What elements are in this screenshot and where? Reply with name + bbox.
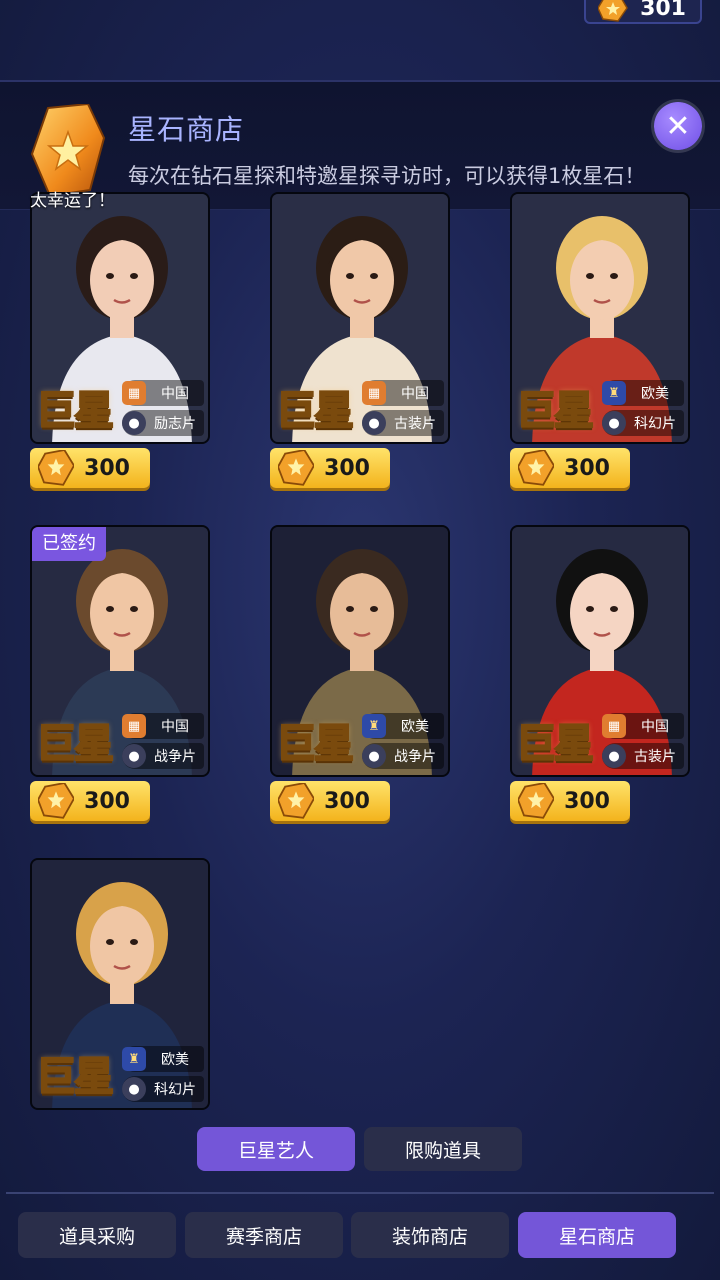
genre-tag: ● 战争片 [122, 743, 204, 769]
superstar-label: 巨星 [35, 720, 115, 768]
price-amount: 300 [324, 788, 370, 814]
tab-item-purchase[interactable]: 道具采购 [18, 1212, 176, 1258]
region-tag: ♜ 欧美 [602, 380, 684, 406]
buy-price-button[interactable]: 300 [270, 448, 390, 488]
genre-icon: ● [362, 411, 386, 435]
region-label: 中国 [641, 719, 669, 735]
star-stone-icon [598, 0, 628, 22]
great-wall-icon: ▦ [362, 381, 386, 405]
genre-label: 战争片 [394, 749, 436, 765]
signed-badge: 已签约 [32, 527, 106, 561]
superstar-label: 巨星 [35, 1053, 115, 1101]
tab-season-shop[interactable]: 赛季商店 [185, 1212, 343, 1258]
great-wall-icon: ▦ [122, 714, 146, 738]
star-stone-amount: 301 [640, 0, 686, 21]
artist-card[interactable]: 巨星 ♜ 欧美 ● 科幻片 [510, 192, 690, 444]
artist-card[interactable]: 已签约巨星 ▦ 中国 ● 战争片 [30, 525, 210, 777]
star-stone-icon [38, 783, 74, 819]
genre-label: 古装片 [394, 416, 436, 432]
artist-card[interactable]: 巨星 ▦ 中国 ● 古装片 [270, 192, 450, 444]
genre-tag: ● 科幻片 [122, 1076, 204, 1102]
genre-tag: ● 古装片 [602, 743, 684, 769]
superstar-label: 巨星 [515, 387, 595, 435]
price-amount: 300 [324, 455, 370, 481]
superstar-label: 巨星 [515, 720, 595, 768]
price-amount: 300 [564, 455, 610, 481]
genre-label: 古装片 [634, 749, 676, 765]
region-label: 欧美 [161, 1052, 189, 1068]
artist-card[interactable]: 巨星 ▦ 中国 ● 古装片 [510, 525, 690, 777]
great-wall-icon: ▦ [602, 714, 626, 738]
genre-icon: ● [602, 744, 626, 768]
genre-label: 励志片 [154, 416, 196, 432]
region-tag: ▦ 中国 [602, 713, 684, 739]
genre-tag: ● 古装片 [362, 410, 444, 436]
genre-tag: ● 励志片 [122, 410, 204, 436]
genre-icon: ● [122, 411, 146, 435]
star-stone-icon [278, 783, 314, 819]
region-label: 欧美 [401, 719, 429, 735]
shop-description: 每次在钻石星探和特邀星探寻访时，可以获得1枚星石！ [128, 164, 646, 188]
tab-star-stone-shop[interactable]: 星石商店 [518, 1212, 676, 1258]
star-stone-icon [30, 104, 106, 196]
price-amount: 300 [84, 788, 130, 814]
superstar-label: 巨星 [35, 387, 115, 435]
region-label: 中国 [401, 386, 429, 402]
great-wall-icon: ▦ [122, 381, 146, 405]
star-stone-balance: 301 [584, 0, 702, 24]
subtab-star-artists[interactable]: 巨星艺人 [197, 1127, 355, 1171]
region-tag: ♜ 欧美 [362, 713, 444, 739]
price-amount: 300 [84, 455, 130, 481]
region-tag: ▦ 中国 [122, 380, 204, 406]
superstar-label: 巨星 [275, 720, 355, 768]
tab-decoration-shop[interactable]: 装饰商店 [351, 1212, 509, 1258]
genre-icon: ● [602, 411, 626, 435]
star-stone-icon [518, 450, 554, 486]
region-label: 中国 [161, 719, 189, 735]
subtab-limited-items[interactable]: 限购道具 [364, 1127, 522, 1171]
genre-icon: ● [122, 744, 146, 768]
genre-label: 科幻片 [634, 416, 676, 432]
star-stone-icon [278, 450, 314, 486]
genre-tag: ● 战争片 [362, 743, 444, 769]
artist-card[interactable]: 巨星 ▦ 中国 ● 励志片 [30, 192, 210, 444]
buy-price-button[interactable]: 300 [30, 448, 150, 488]
artist-card[interactable]: 巨星 ♜ 欧美 ● 战争片 [270, 525, 450, 777]
genre-tag: ● 科幻片 [602, 410, 684, 436]
star-stone-icon [38, 450, 74, 486]
region-tag: ▦ 中国 [362, 380, 444, 406]
buy-price-button[interactable]: 300 [30, 781, 150, 821]
artist-card[interactable]: 巨星 ♜ 欧美 ● 科幻片 [30, 858, 210, 1110]
tower-icon: ♜ [602, 381, 626, 405]
star-stone-icon [518, 783, 554, 819]
tower-icon: ♜ [122, 1047, 146, 1071]
genre-icon: ● [122, 1077, 146, 1101]
price-amount: 300 [564, 788, 610, 814]
close-button[interactable]: ✕ [654, 102, 702, 150]
buy-price-button[interactable]: 300 [510, 448, 630, 488]
genre-label: 战争片 [154, 749, 196, 765]
region-label: 欧美 [641, 386, 669, 402]
lucky-message: 太幸运了！ [30, 191, 115, 211]
genre-label: 科幻片 [154, 1082, 196, 1098]
superstar-label: 巨星 [275, 387, 355, 435]
buy-price-button[interactable]: 300 [270, 781, 390, 821]
tab-divider [6, 1192, 714, 1194]
region-label: 中国 [161, 386, 189, 402]
region-tag: ♜ 欧美 [122, 1046, 204, 1072]
buy-price-button[interactable]: 300 [510, 781, 630, 821]
region-tag: ▦ 中国 [122, 713, 204, 739]
shop-title: 星石商店 [128, 113, 245, 146]
tower-icon: ♜ [362, 714, 386, 738]
genre-icon: ● [362, 744, 386, 768]
close-icon: ✕ [665, 108, 691, 144]
